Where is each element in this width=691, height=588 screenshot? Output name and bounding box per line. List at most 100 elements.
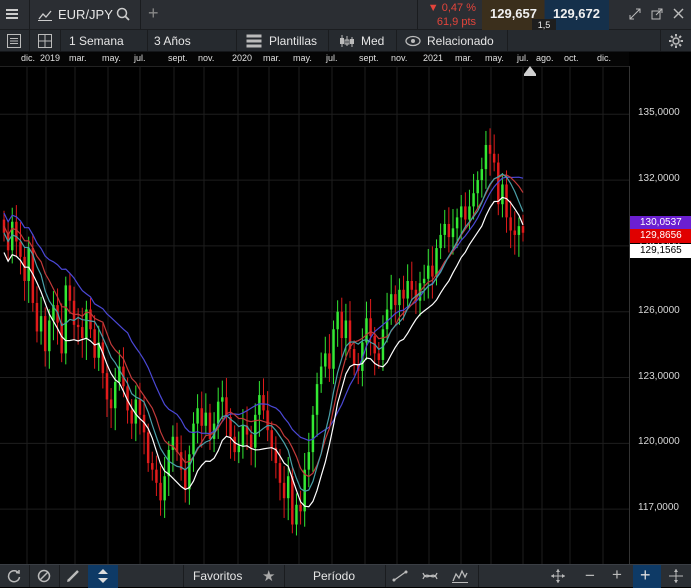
candle-body — [398, 289, 401, 306]
crosshair-button[interactable]: + — [633, 565, 661, 588]
grid-layout-icon[interactable] — [38, 34, 52, 48]
time-axis-label: sept. — [168, 53, 188, 63]
time-axis-label: dic. — [597, 53, 612, 63]
top-bar: EUR/JPY + ▼ 0,47 % 61,9 pts 129,657 129,… — [0, 0, 691, 31]
zoom-fit-icon[interactable] — [550, 569, 566, 583]
add-tab-icon[interactable]: + — [148, 3, 159, 24]
candle-body — [389, 294, 393, 310]
list-icon[interactable] — [7, 34, 21, 48]
popout-icon[interactable] — [651, 8, 663, 20]
candle-body — [76, 324, 80, 328]
candle-body — [505, 184, 508, 218]
close-icon[interactable] — [673, 8, 684, 19]
time-axis-label: jul. — [134, 53, 146, 63]
candle-body — [472, 193, 475, 207]
candle-body — [402, 289, 405, 299]
range-3-years-button[interactable]: 3 Años — [154, 34, 191, 48]
candle-body — [394, 294, 397, 306]
hide-icon[interactable] — [37, 569, 51, 583]
candle-body — [258, 395, 261, 415]
candle-body — [385, 309, 389, 330]
crosshair-icon: + — [640, 565, 651, 585]
time-axis-label: 2019 — [40, 53, 61, 63]
bottom-bar: Favoritos ★ Período − + + — [0, 564, 691, 588]
favorites-button[interactable]: Favoritos — [193, 569, 242, 583]
candle-body — [377, 353, 381, 360]
candle-body — [439, 234, 442, 249]
candle-body — [278, 463, 282, 483]
candle-body — [410, 280, 414, 290]
change-percent: ▼ 0,47 % — [427, 2, 476, 14]
zoom-in-icon[interactable]: + — [612, 565, 622, 585]
candle-body — [447, 223, 451, 238]
ask-price: 129,672 — [553, 6, 600, 21]
time-axis-label: nov. — [391, 53, 408, 63]
candle-body — [188, 454, 191, 490]
period-button[interactable]: Período — [313, 569, 355, 583]
candle-body — [266, 410, 269, 431]
time-axis-label: 2020 — [232, 53, 253, 63]
candle-body — [101, 342, 105, 374]
candle-body — [19, 241, 22, 257]
time-axis-label: jul. — [517, 53, 529, 63]
candle-body — [159, 482, 162, 501]
candle-body — [295, 504, 298, 525]
candle-body — [336, 311, 339, 330]
settings-gear-icon[interactable] — [668, 33, 684, 49]
templates-icon — [246, 34, 262, 48]
related-button[interactable]: Relacionado — [427, 34, 494, 48]
candle-body — [459, 206, 463, 218]
indicator-icon[interactable] — [422, 569, 438, 583]
candle-body — [134, 399, 138, 424]
time-axis-label: 2021 — [423, 53, 444, 63]
candle-body — [406, 280, 409, 299]
zoom-out-icon[interactable]: − — [585, 566, 595, 586]
candle-body — [352, 349, 356, 365]
candle-body — [348, 320, 352, 350]
refresh-icon[interactable] — [7, 569, 21, 583]
candle-body — [216, 401, 220, 424]
candle-body — [328, 353, 331, 369]
candle-body — [35, 302, 39, 332]
candle-body — [431, 265, 434, 277]
candle-body — [422, 278, 426, 284]
price-tick-label: 135,0000 — [638, 107, 680, 119]
bid-price: 129,657 — [490, 6, 537, 21]
candle-body — [488, 144, 492, 154]
star-icon[interactable]: ★ — [262, 567, 275, 585]
candle-body — [435, 248, 438, 277]
time-axis-label: oct. — [564, 53, 579, 63]
studies-icon[interactable] — [452, 569, 468, 583]
change-box: ▼ 0,47 % 61,9 pts — [418, 0, 480, 30]
sort-arrows-icon — [97, 569, 109, 583]
candle-body — [237, 445, 241, 453]
candle-body — [27, 248, 30, 281]
time-axis-label: mar. — [455, 53, 473, 63]
price-type-button[interactable]: Med — [361, 34, 384, 48]
menu-icon[interactable] — [6, 8, 18, 20]
price-axis[interactable]: 135,0000132,0000129,0000126,0000123,0000… — [629, 66, 691, 564]
range-1-week-button[interactable]: 1 Semana — [69, 34, 124, 48]
trendline-icon[interactable] — [392, 570, 408, 582]
candle-body — [270, 430, 273, 448]
expand-icon[interactable] — [629, 8, 641, 20]
candle-body — [39, 316, 43, 332]
time-axis: dic. 2019 mar. may. jul. sept. nov. 2020 mar. may… — [0, 52, 629, 67]
sort-button[interactable] — [88, 565, 118, 588]
price-chart[interactable] — [0, 66, 629, 564]
search-icon[interactable] — [116, 7, 130, 21]
candle-body — [72, 300, 76, 325]
move-icon[interactable] — [668, 569, 684, 583]
candle-body — [105, 373, 109, 400]
candle-body — [64, 285, 68, 354]
pencil-icon[interactable] — [66, 569, 80, 583]
candle-body — [43, 316, 47, 352]
symbol-label[interactable]: EUR/JPY — [58, 7, 113, 22]
candle-body — [81, 327, 84, 339]
candle-body — [109, 399, 113, 409]
candle-body — [492, 153, 496, 163]
candle-body — [443, 223, 446, 235]
templates-button[interactable]: Plantillas — [269, 34, 317, 48]
current-time-marker[interactable] — [524, 66, 536, 76]
candle-body — [254, 414, 257, 448]
